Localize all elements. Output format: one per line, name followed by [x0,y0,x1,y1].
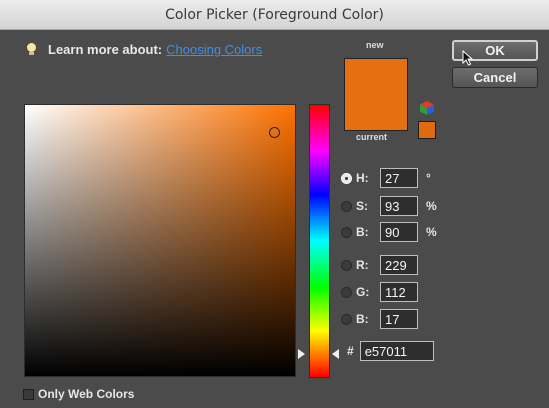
web-safe-color-swatch[interactable] [418,121,436,139]
red-field-row: R: [341,255,418,275]
red-input[interactable] [380,255,418,275]
hue-radio[interactable] [341,172,352,184]
brightness-unit: % [426,225,437,239]
lightbulb-icon [26,43,36,56]
current-color-swatch[interactable] [344,94,408,131]
green-radio[interactable] [341,286,352,298]
hue-unit: ° [426,171,431,185]
hex-input[interactable] [359,341,434,361]
blue-radio[interactable] [341,313,352,325]
saturation-field-row: S: % [341,196,437,216]
learn-more: Learn more about: Choosing Colors [26,42,262,57]
hue-input[interactable] [380,168,418,188]
color-selection-cursor[interactable] [269,127,280,138]
saturation-label: S: [356,199,368,213]
red-radio[interactable] [341,259,352,271]
hue-slider-left-arrow[interactable] [298,349,305,359]
learn-more-label: Learn more about: [48,42,163,57]
hue-field-row: H: ° [341,168,431,188]
green-field-row: G: [341,282,418,302]
brightness-radio[interactable] [341,226,352,238]
blue-input[interactable] [380,309,418,329]
blue-field-row: B: [341,309,418,329]
cancel-button[interactable]: Cancel [452,67,538,88]
window-title: Color Picker (Foreground Color) [165,6,384,23]
green-label: G: [356,285,370,299]
saturation-input[interactable] [380,196,418,216]
blue-label: B: [356,312,369,326]
color-cube-icon[interactable] [420,101,434,115]
only-web-colors-checkbox[interactable] [23,388,34,400]
red-label: R: [356,258,369,272]
brightness-label: B: [356,225,369,239]
current-color-label: current [356,132,388,142]
only-web-colors-label: Only Web Colors [38,387,135,401]
mouse-pointer-icon [462,50,474,66]
new-color-swatch [344,58,408,94]
saturation-brightness-field[interactable] [24,104,296,377]
hue-slider[interactable] [309,104,330,378]
hue-slider-right-arrow[interactable] [332,349,339,359]
only-web-colors[interactable]: Only Web Colors [23,387,134,401]
hex-field-row: # [347,341,434,361]
brightness-field-row: B: % [341,222,437,242]
choosing-colors-link[interactable]: Choosing Colors [166,42,262,57]
brightness-input[interactable] [380,222,418,242]
saturation-unit: % [426,199,437,213]
green-input[interactable] [380,282,418,302]
new-color-label: new [366,40,384,50]
title-bar: Color Picker (Foreground Color) [0,0,549,30]
hue-label: H: [356,171,369,185]
saturation-radio[interactable] [341,200,352,212]
hex-label: # [347,344,354,358]
